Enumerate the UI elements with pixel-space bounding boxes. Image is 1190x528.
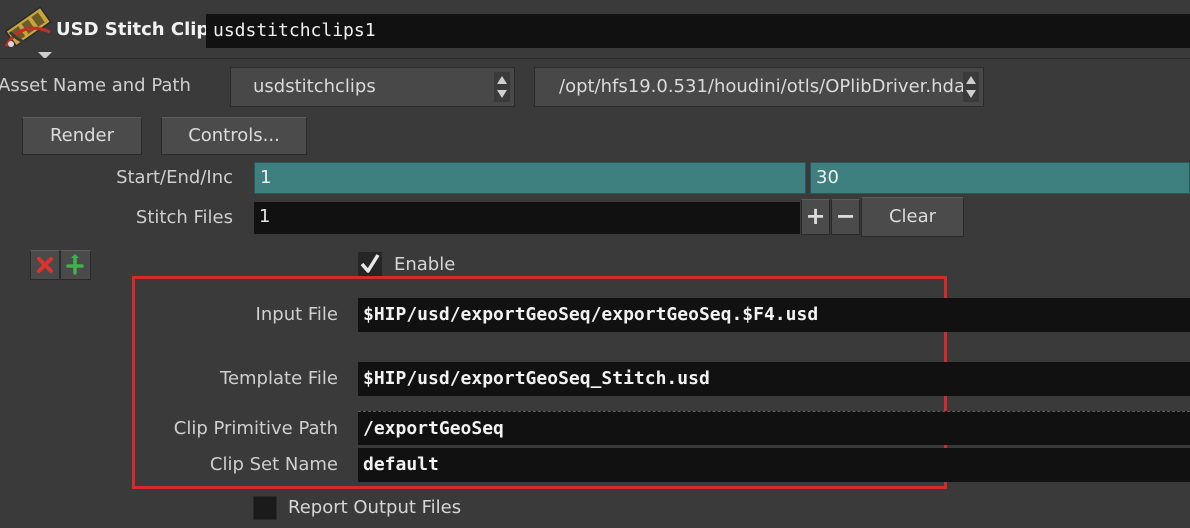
template-file-label: Template File: [220, 368, 338, 389]
node-type-icon[interactable]: [2, 2, 54, 60]
clip-prim-label: Clip Primitive Path: [173, 418, 338, 439]
enable-label: Enable: [394, 254, 456, 275]
header-divider: [0, 58, 1190, 59]
report-output-checkbox[interactable]: [253, 496, 277, 520]
asset-path-value: /opt/hfs19.0.531/houdini/otls/OPlibDrive…: [559, 76, 965, 97]
asset-name-value: usdstitchclips: [253, 76, 376, 97]
report-output-label: Report Output Files: [288, 497, 462, 518]
node-name-field[interactable]: usdstitchclips1: [206, 14, 1190, 48]
asset-name-menu[interactable]: usdstitchclips: [230, 67, 515, 107]
remove-instance-button[interactable]: −: [831, 199, 860, 235]
menu-arrows-icon: [963, 72, 979, 102]
asset-label: Asset Name and Path: [0, 75, 191, 96]
clear-button[interactable]: Clear: [861, 197, 964, 237]
clip-set-label: Clip Set Name: [209, 454, 338, 475]
range-label: Start/End/Inc: [116, 167, 233, 188]
insert-multiparm-button[interactable]: [60, 250, 91, 280]
input-file-label: Input File: [255, 304, 338, 325]
input-file-field[interactable]: $HIP/usd/exportGeoSeq/exportGeoSeq.$F4.u…: [358, 298, 1190, 332]
stitch-files-count[interactable]: 1: [254, 202, 800, 234]
checkmark-icon: [360, 254, 380, 273]
add-instance-button[interactable]: +: [801, 199, 830, 235]
enable-checkbox[interactable]: [358, 252, 382, 276]
render-button[interactable]: Render: [22, 117, 142, 155]
clip-set-field[interactable]: default: [358, 448, 1190, 482]
asset-path-menu[interactable]: /opt/hfs19.0.531/houdini/otls/OPlibDrive…: [534, 67, 984, 107]
start-frame-field[interactable]: 1: [254, 162, 806, 194]
template-file-field[interactable]: $HIP/usd/exportGeoSeq_Stitch.usd: [358, 362, 1190, 396]
remove-multiparm-button[interactable]: [30, 250, 60, 280]
stitch-files-label: Stitch Files: [135, 207, 233, 228]
end-frame-field[interactable]: 30: [810, 162, 1190, 194]
close-icon: [37, 257, 53, 273]
insert-icon: [66, 254, 84, 275]
menu-arrows-icon: [494, 72, 510, 102]
node-type-label: USD Stitch Clips: [56, 19, 221, 40]
controls-button[interactable]: Controls...: [161, 117, 307, 155]
clip-prim-field[interactable]: /exportGeoSeq: [358, 411, 1190, 445]
